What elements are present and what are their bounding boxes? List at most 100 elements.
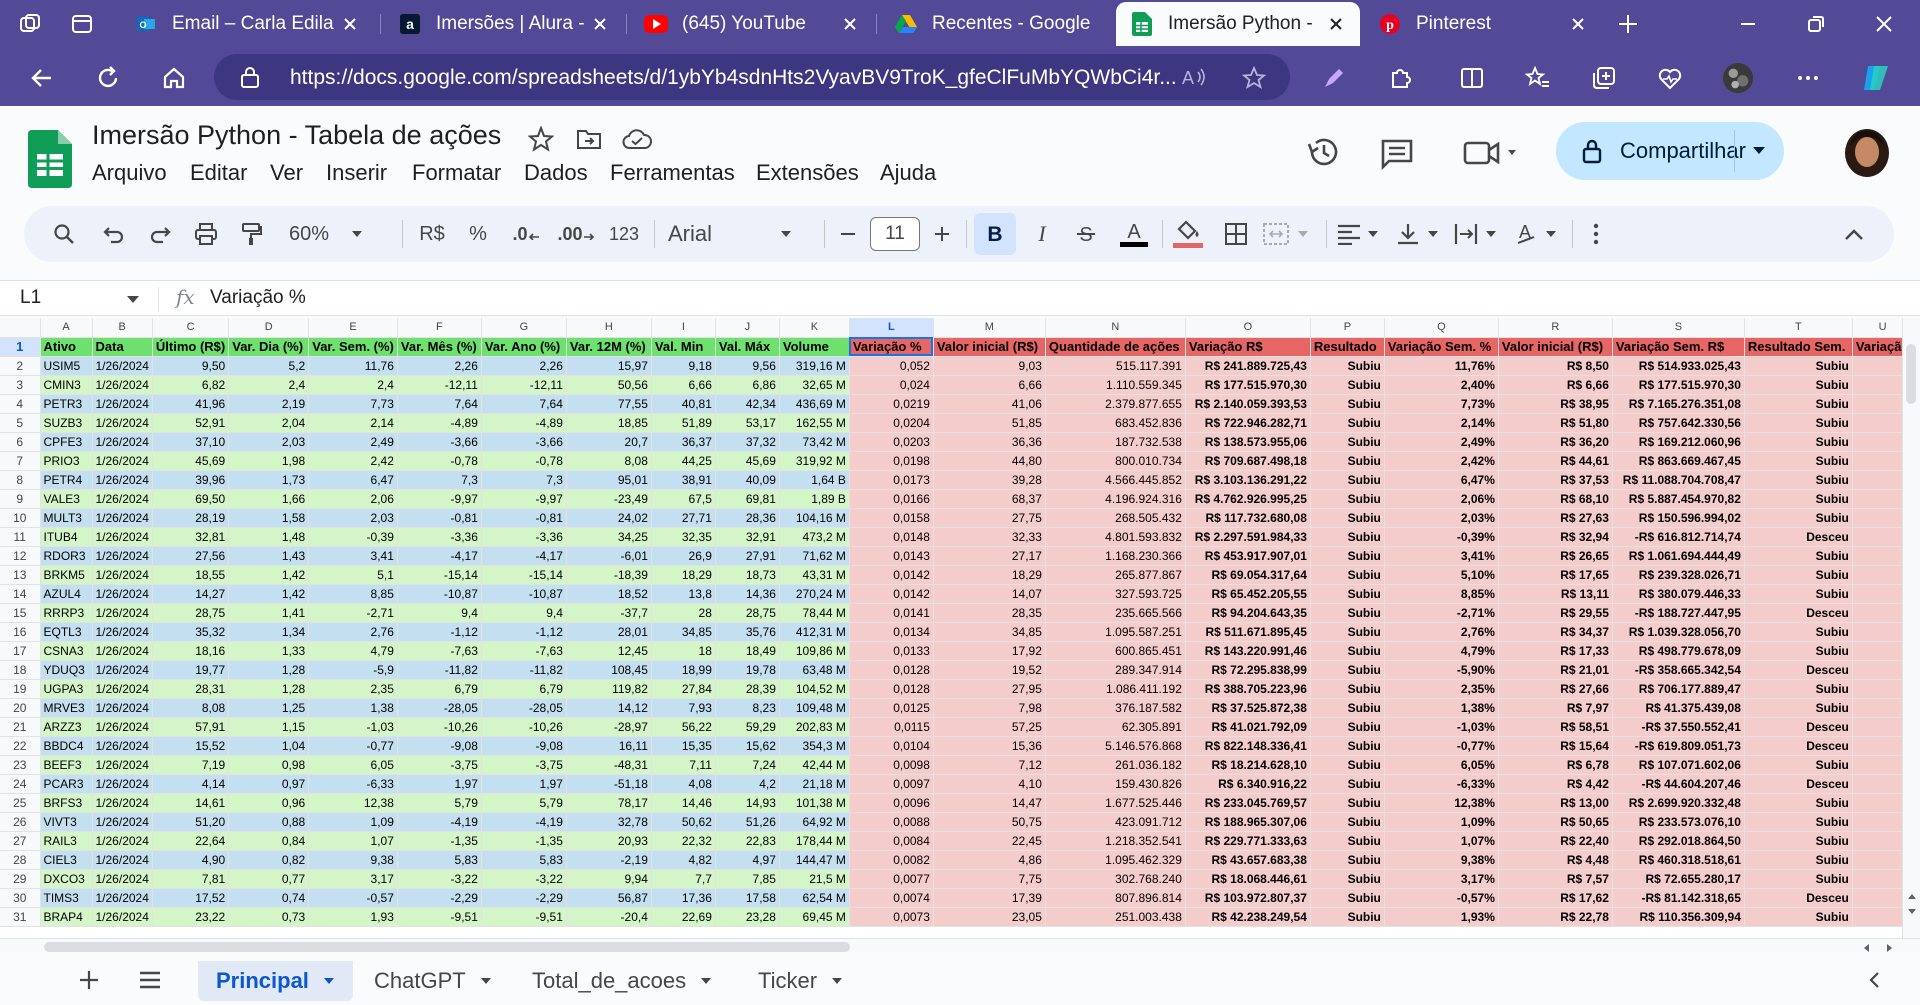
- cell[interactable]: 2,35%: [1384, 679, 1499, 699]
- cell[interactable]: 104,52 M: [779, 679, 850, 699]
- header-cell[interactable]: Variação Sem. %: [1384, 337, 1499, 357]
- cell[interactable]: 1/26/2024: [92, 470, 153, 490]
- cell[interactable]: PETR4: [40, 470, 93, 490]
- cell[interactable]: EQTL3: [40, 622, 93, 642]
- workspaces-icon[interactable]: [16, 10, 44, 38]
- cell[interactable]: 28,31: [152, 679, 230, 699]
- header-cell[interactable]: Quantidade de ações: [1045, 337, 1186, 357]
- cell[interactable]: 268.505.432: [1045, 508, 1186, 528]
- cell[interactable]: 59,29: [715, 717, 780, 737]
- header-cell[interactable]: Último (R$): [152, 337, 230, 357]
- cell[interactable]: Subiu: [1310, 413, 1385, 433]
- cell[interactable]: -9,97: [397, 489, 482, 509]
- cell[interactable]: 21,5 M: [779, 869, 850, 889]
- favorite-star-icon[interactable]: [1242, 66, 1266, 90]
- cell[interactable]: R$ 143.220.991,46: [1185, 641, 1311, 661]
- strikethrough-icon[interactable]: S: [1070, 218, 1102, 250]
- cell[interactable]: -3,75: [397, 755, 482, 775]
- cell[interactable]: 23,22: [152, 907, 230, 927]
- cell[interactable]: 683.452.836: [1045, 413, 1186, 433]
- cell[interactable]: VALE3: [40, 489, 93, 509]
- cell[interactable]: 34,85: [651, 622, 716, 642]
- cell[interactable]: 9,18: [651, 356, 716, 376]
- cell[interactable]: 15,52: [152, 736, 230, 756]
- menu-formatar[interactable]: Formatar: [412, 160, 501, 186]
- cell[interactable]: 7,19: [152, 755, 230, 775]
- cell[interactable]: 1,28: [228, 660, 310, 680]
- menu-ajuda[interactable]: Ajuda: [880, 160, 936, 186]
- cell[interactable]: 1/26/2024: [92, 774, 153, 794]
- cell[interactable]: -2,29: [481, 888, 567, 908]
- cell[interactable]: 17,92: [933, 641, 1046, 661]
- formula-input[interactable]: Variação %: [210, 287, 306, 309]
- cell[interactable]: R$ 292.018.864,50: [1612, 831, 1745, 851]
- cell[interactable]: R$ 460.318.518,61: [1612, 850, 1745, 870]
- column-header-l[interactable]: L: [849, 318, 934, 338]
- cell[interactable]: 251.003.438: [1045, 907, 1186, 927]
- menu-ver[interactable]: Ver: [270, 160, 303, 186]
- chevron-down-icon[interactable]: [126, 295, 140, 304]
- move-folder-icon[interactable]: [576, 128, 602, 150]
- cell[interactable]: 1.677.525.446: [1045, 793, 1186, 813]
- cell[interactable]: 20,93: [566, 831, 652, 851]
- browser-tab-drive[interactable]: Recentes - Google: [880, 2, 1114, 46]
- cell[interactable]: 7,81: [152, 869, 230, 889]
- cell[interactable]: 7,12: [933, 755, 1046, 775]
- cell[interactable]: -3,66: [397, 432, 482, 452]
- cell[interactable]: -R$ 37.550.552,41: [1612, 717, 1745, 737]
- cell[interactable]: 600.865.451: [1045, 641, 1186, 661]
- favorites-icon[interactable]: [1522, 62, 1554, 94]
- cell[interactable]: -R$ 44.604.207,46: [1612, 774, 1745, 794]
- cell[interactable]: 109,48 M: [779, 698, 850, 718]
- cell[interactable]: 0,0141: [849, 603, 934, 623]
- cell[interactable]: 265.877.867: [1045, 565, 1186, 585]
- cell[interactable]: R$ 37,53: [1498, 470, 1613, 490]
- cell[interactable]: R$ 110.356.309,94: [1612, 907, 1745, 927]
- cell[interactable]: 37,10: [152, 432, 230, 452]
- cell[interactable]: 15,62: [715, 736, 780, 756]
- header-cell[interactable]: Ativo: [40, 337, 93, 357]
- cell[interactable]: R$ 65.452.205,55: [1185, 584, 1311, 604]
- cell[interactable]: Subiu: [1744, 641, 1853, 661]
- cell[interactable]: -3,22: [481, 869, 567, 889]
- cell[interactable]: -18,39: [566, 565, 652, 585]
- cell[interactable]: 4.801.593.832: [1045, 527, 1186, 547]
- cell[interactable]: 104,16 M: [779, 508, 850, 528]
- cell[interactable]: 2.379.877.655: [1045, 394, 1186, 414]
- cell[interactable]: 1/26/2024: [92, 869, 153, 889]
- cell[interactable]: 4.566.445.852: [1045, 470, 1186, 490]
- cell[interactable]: 1.095.587.251: [1045, 622, 1186, 642]
- cell[interactable]: 1,48: [228, 527, 310, 547]
- cell[interactable]: 11,76%: [1384, 356, 1499, 376]
- cell[interactable]: 354,3 M: [779, 736, 850, 756]
- cell[interactable]: 0,0073: [849, 907, 934, 927]
- cell[interactable]: 2,14%: [1384, 413, 1499, 433]
- cell[interactable]: 12,38%: [1384, 793, 1499, 813]
- cell[interactable]: R$ 18.068.446,61: [1185, 869, 1311, 889]
- cell[interactable]: Subiu: [1310, 736, 1385, 756]
- cell[interactable]: 4,14: [152, 774, 230, 794]
- cell[interactable]: Subiu: [1310, 717, 1385, 737]
- cell[interactable]: R$ 13,11: [1498, 584, 1613, 604]
- cell[interactable]: Subiu: [1744, 755, 1853, 775]
- cell[interactable]: R$ 6.340.916,22: [1185, 774, 1311, 794]
- cell[interactable]: -28,97: [566, 717, 652, 737]
- cell[interactable]: 34,25: [566, 527, 652, 547]
- sheet-tab-chatgpt[interactable]: ChatGPT: [374, 961, 492, 1001]
- cell[interactable]: RAIL3: [40, 831, 93, 851]
- cell[interactable]: 800.010.734: [1045, 451, 1186, 471]
- document-title[interactable]: Imersão Python - Tabela de ações: [92, 120, 501, 151]
- cell[interactable]: R$ 38,95: [1498, 394, 1613, 414]
- header-cell[interactable]: Valor inicial (R$): [933, 337, 1046, 357]
- cell[interactable]: 0,0084: [849, 831, 934, 851]
- cell[interactable]: 1,97: [481, 774, 567, 794]
- cell[interactable]: Subiu: [1310, 641, 1385, 661]
- cell[interactable]: -4,17: [481, 546, 567, 566]
- cell[interactable]: R$ 7,57: [1498, 869, 1613, 889]
- cell[interactable]: -3,75: [481, 755, 567, 775]
- cell[interactable]: 1/26/2024: [92, 584, 153, 604]
- cell[interactable]: 0,0158: [849, 508, 934, 528]
- cell[interactable]: -0,78: [481, 451, 567, 471]
- address-bar[interactable]: https://docs.google.com/spreadsheets/d/1…: [214, 54, 1290, 100]
- row-header[interactable]: 10: [0, 508, 41, 528]
